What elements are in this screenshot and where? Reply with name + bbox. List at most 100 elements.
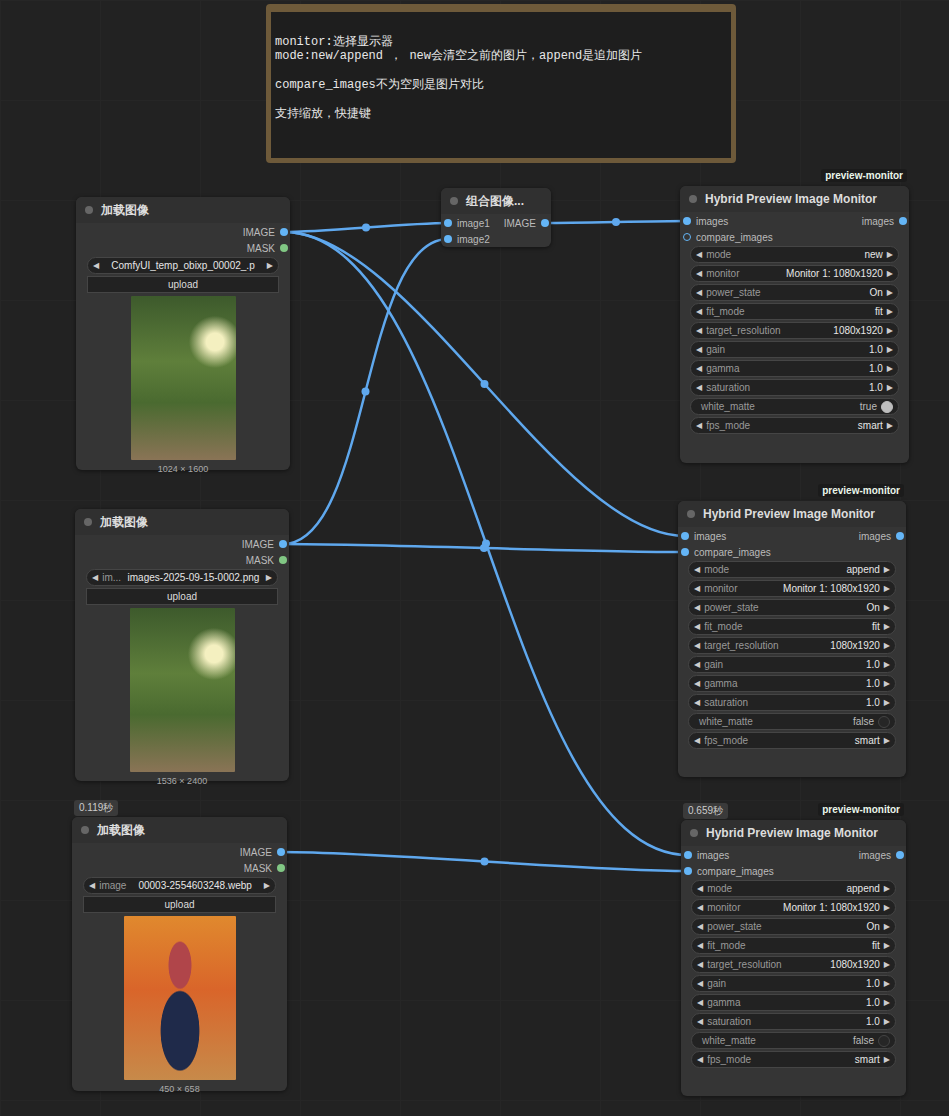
input-dot-icon[interactable] [684,851,692,859]
right-arrow-icon[interactable]: ▶ [887,288,893,297]
combo-widget[interactable]: ◀monitorMonitor 1: 1080x1920▶ [688,580,896,597]
left-arrow-icon[interactable]: ◀ [694,736,700,745]
output-slot[interactable]: images [859,850,906,861]
node-title-bar[interactable]: Hybrid Preview Image Monitor [680,186,909,212]
note-text[interactable]: monitor:选择显示器mode:new/append ， new会清空之前的… [271,12,731,121]
graph-node[interactable]: 组合图像... image1 IMAGE image2 [441,188,551,247]
file-combo[interactable]: ◀im...images-2025-09-15-0002.png▶ [86,569,278,586]
left-arrow-icon[interactable]: ◀ [697,1017,703,1026]
number-widget[interactable]: ◀gamma1.0▶ [691,994,896,1011]
right-arrow-icon[interactable]: ▶ [887,250,893,259]
input-slot[interactable]: images [681,850,729,861]
combo-widget[interactable]: ◀fps_modesmart▶ [688,732,896,749]
output-dot-icon[interactable] [277,864,285,872]
left-arrow-icon[interactable]: ◀ [696,421,702,430]
collapse-dot-icon[interactable] [689,195,697,203]
combo-widget[interactable]: ◀power_stateOn▶ [688,599,896,616]
toggle-widget[interactable]: white_mattefalse [688,713,896,730]
input-slot[interactable]: compare_images [681,866,774,877]
input-slot[interactable]: image1 [441,218,490,229]
output-dot-icon[interactable] [279,556,287,564]
toggle-knob-icon[interactable] [878,716,890,728]
right-arrow-icon[interactable]: ▶ [884,960,890,969]
output-dot-icon[interactable] [280,244,288,252]
collapse-dot-icon[interactable] [450,197,458,205]
link[interactable] [284,223,448,232]
left-arrow-icon[interactable]: ◀ [697,1055,703,1064]
node-title-bar[interactable]: 加载图像 [72,817,287,843]
upload-button[interactable]: upload [83,896,276,913]
right-arrow-icon[interactable]: ▶ [884,979,890,988]
right-arrow-icon[interactable]: ▶ [884,679,890,688]
collapse-dot-icon[interactable] [687,510,695,518]
combo-widget[interactable]: ◀target_resolution1080x1920▶ [691,956,896,973]
right-arrow-icon[interactable]: ▶ [884,922,890,931]
toggle-widget[interactable]: white_mattetrue [690,398,899,415]
input-dot-icon[interactable] [444,219,452,227]
upload-button[interactable]: upload [86,588,278,605]
node-title-bar[interactable]: 加载图像 [76,197,290,223]
left-arrow-icon[interactable]: ◀ [694,565,700,574]
link-wire[interactable] [283,239,448,544]
input-slot[interactable]: images [678,531,726,542]
link[interactable] [284,232,685,536]
link-center-dot[interactable] [481,858,489,866]
combo-widget[interactable]: ◀fps_modesmart▶ [690,417,899,434]
left-arrow-icon[interactable]: ◀ [697,922,703,931]
output-slot[interactable]: IMAGE [504,218,551,229]
right-arrow-icon[interactable]: ▶ [267,261,273,270]
link-wire[interactable] [284,232,688,855]
left-arrow-icon[interactable]: ◀ [697,998,703,1007]
file-combo[interactable]: ◀image00003-2554603248.webp▶ [83,877,276,894]
toggle-widget[interactable]: white_mattefalse [691,1032,896,1049]
output-dot-icon[interactable] [899,217,907,225]
input-dot-icon[interactable] [684,867,692,875]
right-arrow-icon[interactable]: ▶ [884,884,890,893]
collapse-dot-icon[interactable] [84,518,92,526]
left-arrow-icon[interactable]: ◀ [694,660,700,669]
left-arrow-icon[interactable]: ◀ [694,584,700,593]
left-arrow-icon[interactable]: ◀ [697,941,703,950]
node-title-bar[interactable]: 组合图像... [441,188,551,214]
combo-widget[interactable]: ◀modenew▶ [690,246,899,263]
right-arrow-icon[interactable]: ▶ [887,269,893,278]
left-arrow-icon[interactable]: ◀ [696,307,702,316]
left-arrow-icon[interactable]: ◀ [696,250,702,259]
right-arrow-icon[interactable]: ▶ [884,1055,890,1064]
link-wire[interactable] [281,852,688,871]
left-arrow-icon[interactable]: ◀ [697,979,703,988]
upload-button[interactable]: upload [87,276,279,293]
output-slot[interactable]: MASK [247,243,290,254]
right-arrow-icon[interactable]: ▶ [884,622,890,631]
number-widget[interactable]: ◀gamma1.0▶ [688,675,896,692]
node-title-bar[interactable]: 加载图像 [75,509,289,535]
output-dot-icon[interactable] [896,532,904,540]
right-arrow-icon[interactable]: ▶ [884,941,890,950]
left-arrow-icon[interactable]: ◀ [697,884,703,893]
graph-node[interactable]: preview-monitorHybrid Preview Image Moni… [678,501,906,777]
number-widget[interactable]: ◀gamma1.0▶ [690,360,899,377]
link-wire[interactable] [284,223,448,232]
input-dot-icon[interactable] [683,233,691,241]
left-arrow-icon[interactable]: ◀ [696,326,702,335]
node-title-bar[interactable]: Hybrid Preview Image Monitor [678,501,906,527]
left-arrow-icon[interactable]: ◀ [694,641,700,650]
output-slot[interactable]: images [859,531,906,542]
toggle-knob-icon[interactable] [878,1035,890,1047]
input-slot[interactable]: image2 [441,234,490,245]
collapse-dot-icon[interactable] [690,829,698,837]
toggle-knob-icon[interactable] [881,401,893,413]
left-arrow-icon[interactable]: ◀ [696,269,702,278]
file-combo[interactable]: ◀ComfyUI_temp_obixp_00002_.p▶ [87,257,279,274]
link-center-dot[interactable] [612,218,620,226]
combo-widget[interactable]: ◀modeappend▶ [691,880,896,897]
right-arrow-icon[interactable]: ▶ [884,603,890,612]
output-slot[interactable]: IMAGE [240,847,287,858]
combo-widget[interactable]: ◀power_stateOn▶ [691,918,896,935]
right-arrow-icon[interactable]: ▶ [887,307,893,316]
left-arrow-icon[interactable]: ◀ [694,622,700,631]
combo-widget[interactable]: ◀fit_modefit▶ [688,618,896,635]
collapse-dot-icon[interactable] [81,826,89,834]
graph-node[interactable]: 加载图像IMAGEMASK◀im...images-2025-09-15-000… [75,509,289,781]
output-dot-icon[interactable] [541,219,549,227]
